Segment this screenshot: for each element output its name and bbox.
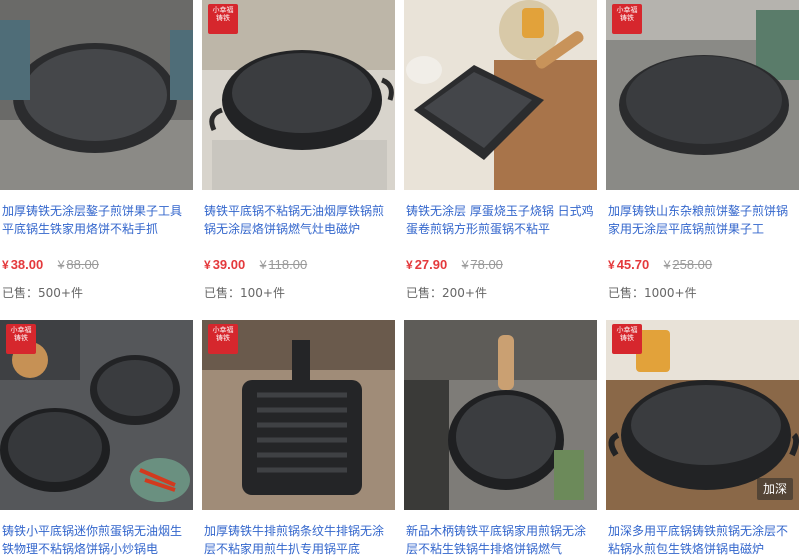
product-image[interactable]: 小幸福 铸铁 [202, 320, 395, 510]
brand-badge: 小幸福 铸铁 [612, 324, 642, 354]
product-card[interactable]: 小幸福 铸铁 铸铁平底锅不粘锅无油烟厚铁锅煎锅无涂层烙饼锅燃气灶电磁炉 ¥39.0… [202, 0, 395, 310]
round-griddle-pan-icon [0, 0, 193, 190]
product-card[interactable]: 铸铁无涂层 厚蛋烧玉子烧锅 日式鸡蛋卷煎锅方形煎蛋锅不粘平 ¥27.90 ¥78… [404, 0, 597, 310]
price-row: ¥27.90 ¥78.00 [406, 256, 596, 272]
current-price: ¥45.70 [608, 257, 650, 272]
product-card[interactable]: 小幸福 铸铁 加深 加深多用平底锅铸铁煎锅无涂层不粘锅水煎包生铁烙饼锅电磁炉 [606, 320, 799, 556]
original-price: ¥258.00 [663, 257, 713, 272]
product-card[interactable]: 加厚铸铁无涂层鏊子煎饼果子工具平底锅生铁家用烙饼不粘手抓 ¥38.00 ¥88.… [0, 0, 193, 310]
product-card[interactable]: 小幸福 铸铁 加厚铸铁山东杂粮煎饼鏊子煎饼锅家用无涂层平底锅煎饼果子工 ¥45.7… [606, 0, 799, 310]
product-card[interactable]: 小幸福 铸铁 加厚铸铁牛排煎锅条纹牛排锅无涂层不粘家用煎牛扒专用锅平底 [202, 320, 395, 556]
product-image[interactable]: 小幸福 铸铁 [202, 0, 395, 190]
product-title[interactable]: 加厚铸铁山东杂粮煎饼鏊子煎饼锅家用无涂层平底锅煎饼果子工 [608, 202, 798, 238]
price-row: ¥39.00 ¥118.00 [204, 256, 394, 272]
deep-tag-badge: 加深 [757, 478, 793, 500]
price-row: ¥45.70 ¥258.00 [608, 256, 798, 272]
original-price: ¥88.00 [57, 257, 99, 272]
original-price: ¥78.00 [461, 257, 503, 272]
brand-badge: 小幸福 铸铁 [208, 4, 238, 34]
product-image[interactable]: 小幸福 铸铁 加深 [606, 320, 799, 510]
original-price: ¥118.00 [259, 257, 308, 272]
product-card[interactable]: 小幸福 铸铁 铸铁小平底锅迷你煎蛋锅无油烟生铁物理不粘锅烙饼锅小炒锅电 [0, 320, 193, 556]
current-price: ¥39.00 [204, 257, 246, 272]
product-title[interactable]: 铸铁无涂层 厚蛋烧玉子烧锅 日式鸡蛋卷煎锅方形煎蛋锅不粘平 [406, 202, 596, 238]
brand-badge: 小幸福 铸铁 [208, 324, 238, 354]
product-card[interactable]: 新品木柄铸铁平底锅家用煎锅无涂层不粘生铁锅牛排烙饼锅燃气 [404, 320, 597, 556]
current-price: ¥38.00 [2, 257, 44, 272]
square-tamagoyaki-pan-icon [404, 0, 597, 190]
product-title[interactable]: 铸铁小平底锅迷你煎蛋锅无油烟生铁物理不粘锅烙饼锅小炒锅电 [2, 522, 192, 556]
sold-count: 已售：1000+件 [608, 286, 697, 300]
product-image[interactable] [0, 0, 193, 190]
product-title[interactable]: 加厚铸铁无涂层鏊子煎饼果子工具平底锅生铁家用烙饼不粘手抓 [2, 202, 192, 238]
product-image[interactable]: 小幸福 铸铁 [606, 0, 799, 190]
product-image[interactable] [404, 0, 597, 190]
current-price: ¥27.90 [406, 257, 448, 272]
product-title[interactable]: 加深多用平底锅铸铁煎锅无涂层不粘锅水煎包生铁烙饼锅电磁炉 [608, 522, 798, 556]
sold-count: 已售：500+件 [2, 286, 83, 300]
product-title[interactable]: 新品木柄铸铁平底锅家用煎锅无涂层不粘生铁锅牛排烙饼锅燃气 [406, 522, 596, 556]
product-image[interactable]: 小幸福 铸铁 [0, 320, 193, 510]
price-row: ¥38.00 ¥88.00 [2, 256, 192, 272]
brand-badge: 小幸福 铸铁 [612, 4, 642, 34]
product-image[interactable] [404, 320, 597, 510]
wood-handle-skillet-icon [404, 320, 597, 510]
sold-count: 已售：100+件 [204, 286, 285, 300]
brand-badge: 小幸福 铸铁 [6, 324, 36, 354]
sold-count: 已售：200+件 [406, 286, 487, 300]
product-title[interactable]: 铸铁平底锅不粘锅无油烟厚铁锅煎锅无涂层烙饼锅燃气灶电磁炉 [204, 202, 394, 238]
product-grid: 加厚铸铁无涂层鏊子煎饼果子工具平底锅生铁家用烙饼不粘手抓 ¥38.00 ¥88.… [0, 0, 800, 556]
product-title[interactable]: 加厚铸铁牛排煎锅条纹牛排锅无涂层不粘家用煎牛扒专用锅平底 [204, 522, 394, 556]
